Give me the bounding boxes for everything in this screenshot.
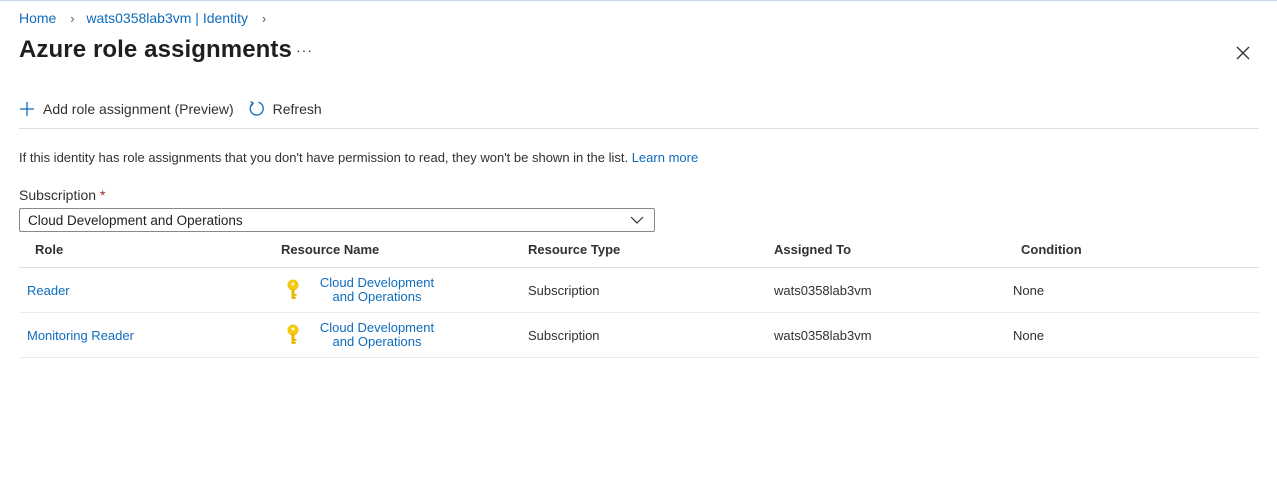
resource-name-line1: Cloud Development [319, 320, 435, 335]
table-row: Reader Cloud Development and Operations [19, 267, 1259, 313]
role-assignments-table: Role Resource Name Resource Type Assigne… [19, 232, 1259, 358]
resource-type-cell: Subscription [528, 267, 774, 313]
refresh-label: Refresh [272, 100, 322, 117]
close-icon[interactable] [1234, 44, 1252, 62]
subscription-label: Subscription * [19, 187, 105, 203]
plus-icon [20, 101, 34, 116]
column-header-resource-type[interactable]: Resource Type [528, 232, 774, 268]
refresh-icon [249, 100, 264, 116]
column-header-resource-name[interactable]: Resource Name [281, 232, 528, 268]
resource-name-link[interactable]: Cloud Development and Operations [317, 276, 437, 304]
resource-name-line2: and Operations [332, 289, 422, 304]
toolbar-divider [19, 128, 1259, 129]
role-link[interactable]: Reader [27, 283, 70, 298]
add-role-assignment-button[interactable]: Add role assignment (Preview) [19, 101, 234, 117]
subscription-dropdown[interactable]: Cloud Development and Operations [19, 208, 655, 232]
subscription-label-text: Subscription [19, 187, 97, 203]
resource-name-cell: Cloud Development and Operations [281, 276, 528, 304]
resource-name-link[interactable]: Cloud Development and Operations [317, 321, 437, 349]
info-text: If this identity has role assignments th… [19, 150, 629, 165]
refresh-button[interactable]: Refresh [248, 100, 322, 117]
resource-name-line1: Cloud Development [319, 275, 435, 290]
more-options-button[interactable]: ··· [296, 42, 313, 58]
condition-cell: None [1013, 312, 1259, 358]
breadcrumb: Home › wats0358lab3vm | Identity › [19, 10, 278, 26]
chevron-right-icon: › [261, 10, 267, 26]
breadcrumb-home[interactable]: Home [19, 10, 56, 26]
top-border [0, 0, 1277, 1]
assigned-to-cell: wats0358lab3vm [774, 267, 1021, 313]
key-icon [287, 279, 299, 299]
command-bar: Add role assignment (Preview) Refresh [19, 100, 322, 117]
chevron-right-icon: › [70, 10, 75, 26]
learn-more-link[interactable]: Learn more [632, 150, 698, 165]
table-header-row: Role Resource Name Resource Type Assigne… [19, 232, 1259, 268]
assigned-to-cell: wats0358lab3vm [774, 312, 1021, 358]
column-header-condition[interactable]: Condition [1021, 232, 1259, 268]
page-title: Azure role assignments [19, 36, 292, 63]
subscription-selected-value: Cloud Development and Operations [28, 212, 243, 228]
resource-name-line2: and Operations [332, 334, 422, 349]
role-link[interactable]: Monitoring Reader [27, 328, 134, 343]
column-header-role[interactable]: Role [19, 232, 281, 268]
breadcrumb-identity[interactable]: wats0358lab3vm | Identity [86, 10, 248, 26]
table-row: Monitoring Reader Cloud Development and … [19, 312, 1259, 358]
required-asterisk: * [99, 187, 106, 203]
resource-type-cell: Subscription [528, 312, 774, 358]
condition-cell: None [1013, 267, 1259, 313]
chevron-down-icon [630, 216, 644, 224]
column-header-assigned-to[interactable]: Assigned To [774, 232, 1021, 268]
resource-name-cell: Cloud Development and Operations [281, 321, 528, 349]
info-message: If this identity has role assignments th… [19, 150, 698, 165]
add-role-assignment-label: Add role assignment (Preview) [43, 100, 234, 117]
key-icon [287, 324, 299, 344]
